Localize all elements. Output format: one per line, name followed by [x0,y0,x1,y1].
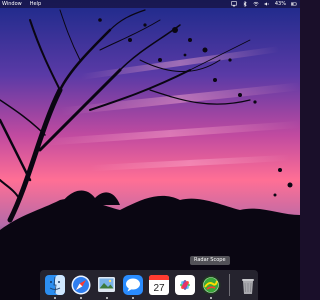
calendar-icon[interactable]: 27 [149,275,169,295]
preview-icon[interactable] [97,275,117,299]
menu-bar-status: 43% [231,0,300,8]
airplay-icon[interactable] [231,1,237,7]
dock-separator [229,274,230,296]
bluetooth-icon[interactable] [242,1,248,7]
battery-icon[interactable] [291,1,297,7]
calendar-date: 27 [153,283,165,294]
running-indicator [106,297,108,299]
desktop-wallpaper [0,0,300,300]
menu-item-help[interactable]: Help [30,0,41,8]
menu-item-window[interactable]: Window [2,0,22,8]
running-indicator [132,297,134,299]
radarscope-icon[interactable] [201,275,221,299]
battery-percentage[interactable]: 43% [275,0,286,8]
dock-tooltip: Radar Scope [190,256,230,265]
menu-bar-left: Window Help [0,0,41,8]
running-indicator [54,297,56,299]
trash-icon[interactable] [238,275,258,295]
menu-bar: Window Help 43% [0,0,300,8]
dock: 27 [40,270,258,300]
safari-icon[interactable] [71,275,91,299]
running-indicator [210,297,212,299]
finder-icon[interactable] [45,275,65,299]
messages-icon[interactable] [123,275,143,299]
volume-icon[interactable] [264,1,270,7]
wifi-icon[interactable] [253,1,259,7]
running-indicator [80,297,82,299]
photos-icon[interactable] [175,275,195,295]
